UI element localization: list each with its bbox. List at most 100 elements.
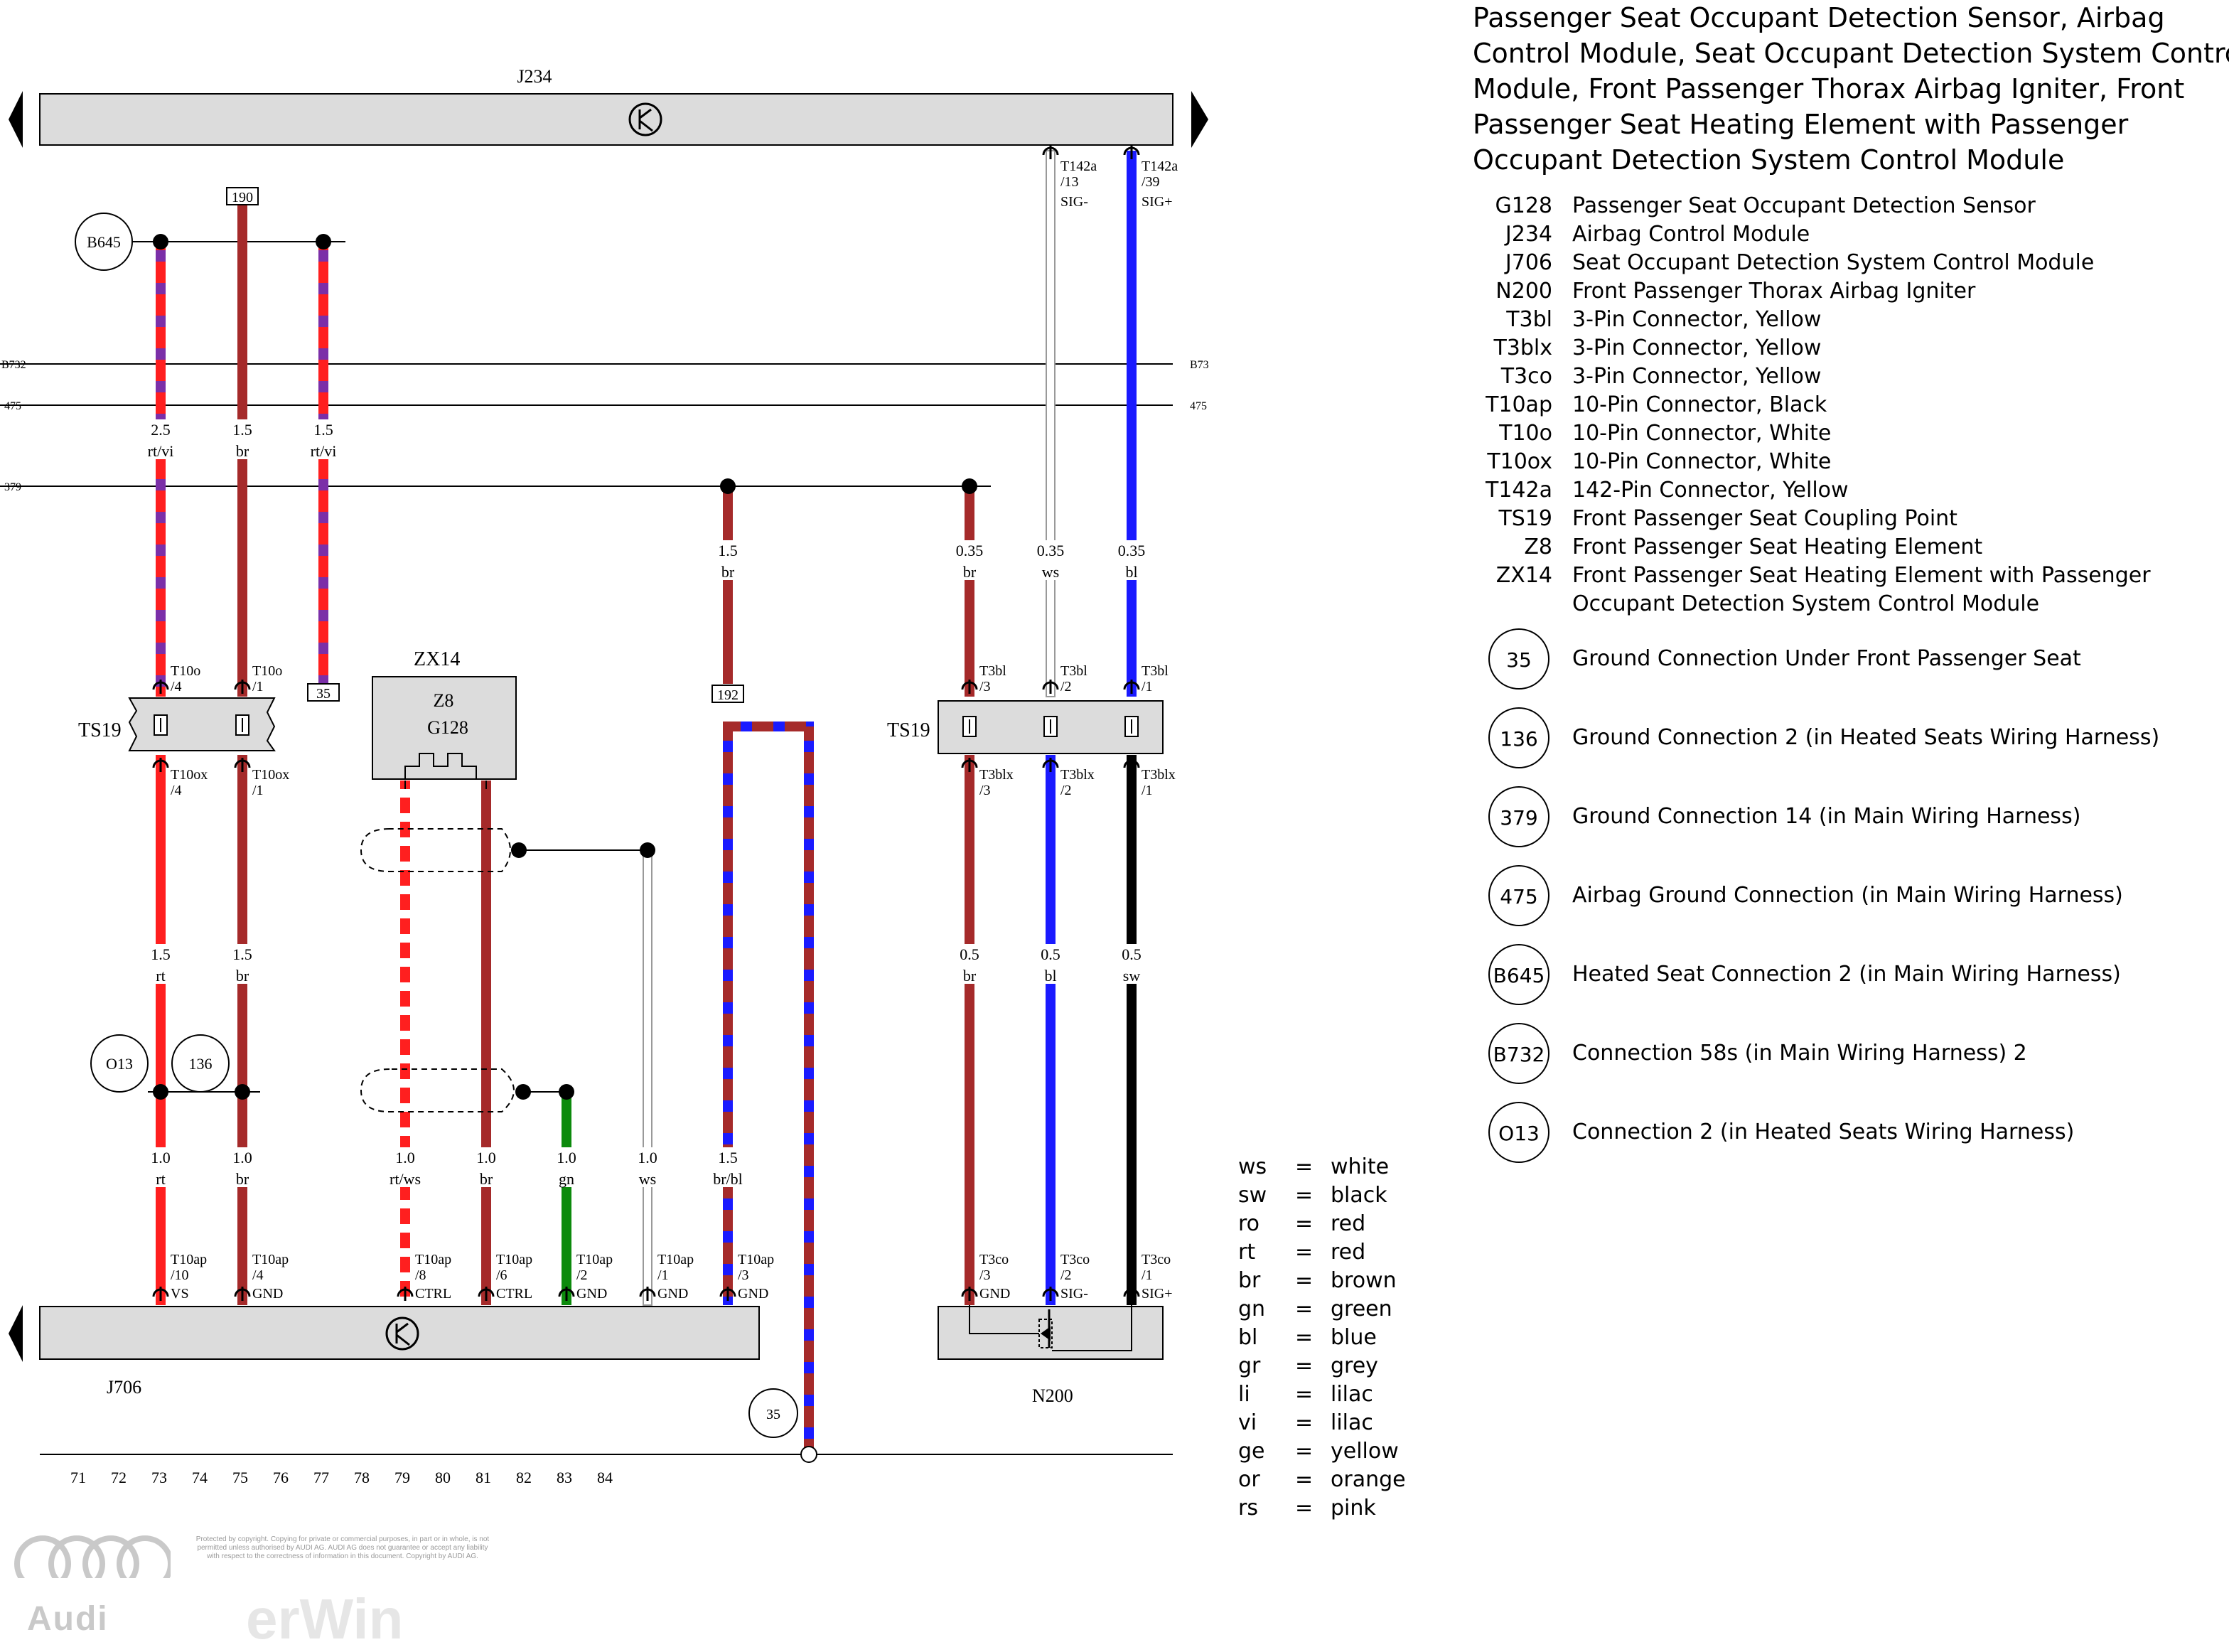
legend-code: G128 bbox=[1495, 193, 1552, 218]
color-row: li = lilac bbox=[1238, 1380, 1423, 1409]
copyright-notice: Protected by copyright. Copying for priv… bbox=[158, 1535, 527, 1561]
color-name: lilac bbox=[1331, 1382, 1373, 1407]
pin-label: GND bbox=[576, 1286, 607, 1302]
legend-code: T10ap bbox=[1486, 392, 1552, 417]
color-eq: = bbox=[1295, 1297, 1314, 1321]
ref-box-192-text: 192 bbox=[717, 687, 738, 703]
wire-color-label: bl bbox=[1044, 967, 1056, 985]
legend-desc: Occupant Detection System Control Module bbox=[1572, 591, 2040, 616]
wire-br bbox=[237, 755, 247, 1305]
ref-box-35-text: 35 bbox=[316, 686, 331, 702]
legend-code: Z8 bbox=[1524, 535, 1552, 559]
color-abbr: rs bbox=[1238, 1496, 1258, 1520]
pin-label: T10o bbox=[171, 663, 200, 679]
color-eq: = bbox=[1295, 1439, 1314, 1464]
color-row: br = brown bbox=[1238, 1267, 1423, 1295]
audi-brand-text: Audi bbox=[27, 1600, 109, 1638]
pin-label: T10ap bbox=[171, 1252, 207, 1267]
pin-label: T3co bbox=[979, 1252, 1009, 1267]
ground-desc: Connection 2 (in Heated Seats Wiring Har… bbox=[1572, 1120, 2075, 1144]
ground-circle: B645 bbox=[1488, 944, 1549, 1005]
pin-label: T3blx bbox=[979, 767, 1014, 783]
wire-color-label: br bbox=[963, 967, 977, 985]
color-abbr: li bbox=[1238, 1382, 1250, 1407]
pin-label: T3blx bbox=[1142, 767, 1176, 783]
color-eq: = bbox=[1295, 1382, 1314, 1407]
pin-label: /1 bbox=[252, 679, 264, 694]
track-number: 75 bbox=[232, 1469, 248, 1486]
ref-box-190-text: 190 bbox=[232, 190, 253, 205]
wire-br bbox=[481, 781, 491, 1305]
copyright-line: with respect to the correctness of infor… bbox=[207, 1552, 478, 1560]
title-line: Passenger Seat Heating Element with Pass… bbox=[1473, 109, 2129, 140]
legend-code: T3bl bbox=[1506, 307, 1552, 332]
color-row: bl = blue bbox=[1238, 1324, 1423, 1352]
wire-br bbox=[723, 486, 733, 684]
legend-desc: 3-Pin Connector, Yellow bbox=[1572, 364, 1822, 389]
page-title: Passenger Seat Occupant Detection Sensor… bbox=[1473, 0, 2229, 178]
wire-size-label: 0.35 bbox=[1118, 542, 1146, 559]
pin-label: T10ap bbox=[576, 1252, 613, 1267]
ground-circle: 475 bbox=[1488, 865, 1549, 926]
legend-code: N200 bbox=[1495, 279, 1552, 304]
junction-dot bbox=[720, 478, 736, 494]
color-name: grey bbox=[1331, 1353, 1378, 1378]
wire-size-label: 1.0 bbox=[395, 1149, 415, 1166]
wire-size-label: 1.5 bbox=[313, 421, 333, 439]
color-row: ws = white bbox=[1238, 1153, 1423, 1181]
wire-color-label: br bbox=[480, 1170, 493, 1188]
o13-label: O13 bbox=[106, 1055, 133, 1073]
pin-label: T10ox bbox=[252, 767, 289, 783]
legend-desc: Airbag Control Module bbox=[1572, 222, 1810, 247]
track-number: 81 bbox=[476, 1469, 491, 1486]
color-eq: = bbox=[1295, 1353, 1314, 1378]
legend-desc: 3-Pin Connector, Yellow bbox=[1572, 307, 1822, 332]
j706-label: J706 bbox=[107, 1377, 141, 1398]
wire-color-label: br bbox=[236, 442, 249, 460]
junction-dot bbox=[511, 842, 527, 858]
pin-label: T10ap bbox=[657, 1252, 694, 1267]
pin-label: /1 bbox=[252, 783, 264, 798]
legend-code: J234 bbox=[1505, 222, 1552, 247]
color-abbr: ro bbox=[1238, 1211, 1260, 1236]
pin-label: CTRL bbox=[496, 1286, 532, 1302]
ground-circle: 379 bbox=[1488, 786, 1549, 847]
pin-label: /4 bbox=[171, 679, 182, 694]
ground-circle: B732 bbox=[1488, 1023, 1549, 1084]
wire-size-label: 1.5 bbox=[718, 542, 738, 559]
pin-label: T3co bbox=[1060, 1252, 1090, 1267]
ground-desc: Airbag Ground Connection (in Main Wiring… bbox=[1572, 883, 2123, 908]
wire-sw bbox=[1127, 755, 1137, 1305]
legend-desc: Passenger Seat Occupant Detection Sensor bbox=[1572, 193, 2036, 218]
track-number: 78 bbox=[354, 1469, 370, 1486]
ground-circle: 35 bbox=[1488, 628, 1549, 690]
track-number: 76 bbox=[273, 1469, 289, 1486]
zx14-label: ZX14 bbox=[414, 648, 460, 670]
pin-label: /2 bbox=[1060, 679, 1072, 694]
j234-label: J234 bbox=[517, 66, 552, 87]
wire-rtvi bbox=[156, 242, 166, 697]
bus-379-left: 379 bbox=[4, 481, 21, 493]
color-row: vi = lilac bbox=[1238, 1409, 1423, 1437]
title-line: Module, Front Passenger Thorax Airbag Ig… bbox=[1473, 73, 2185, 104]
color-eq: = bbox=[1295, 1496, 1314, 1520]
pin-label: T3bl bbox=[1060, 663, 1087, 679]
bus-b732-right: B73 bbox=[1190, 359, 1209, 371]
wire-color-label: gn bbox=[559, 1170, 574, 1188]
audi-rings-logo bbox=[14, 1535, 171, 1578]
wire-brbl bbox=[723, 722, 814, 731]
wire-brbl bbox=[804, 726, 814, 1454]
ts19-right-label: TS19 bbox=[887, 719, 930, 741]
ground-desc: Ground Connection 14 (in Main Wiring Har… bbox=[1572, 804, 2081, 829]
wire-color-label: rt/vi bbox=[148, 442, 174, 460]
legend-code: TS19 bbox=[1498, 506, 1552, 531]
ground-desc: Ground Connection 2 (in Heated Seats Wir… bbox=[1572, 725, 2160, 750]
pin-label: T3bl bbox=[1142, 663, 1169, 679]
legend-desc: 10-Pin Connector, Black bbox=[1572, 392, 1827, 417]
wire-size-label: 2.5 bbox=[151, 421, 171, 439]
ground-35-label: 35 bbox=[766, 1407, 780, 1422]
pin-label: T10ap bbox=[415, 1252, 451, 1267]
pin-label: T3co bbox=[1142, 1252, 1171, 1267]
wire-size-label: 0.35 bbox=[1037, 542, 1065, 559]
pin-label: T10ap bbox=[252, 1252, 289, 1267]
